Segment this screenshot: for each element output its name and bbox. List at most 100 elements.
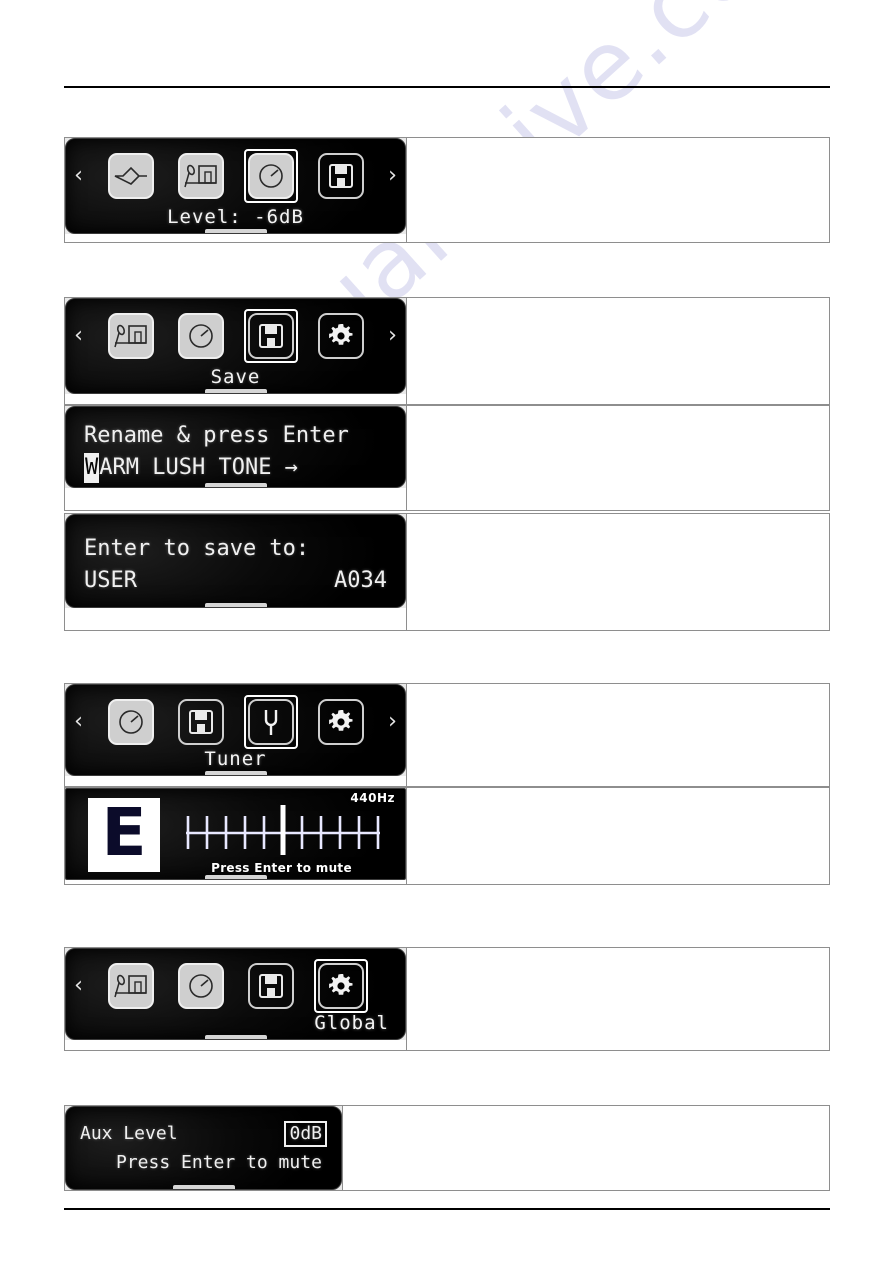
icon-menu-row: ‹ [66, 693, 405, 751]
cab-mic-icon [107, 963, 154, 1009]
amp-icon [107, 153, 154, 199]
effects-knob-icon [177, 963, 224, 1009]
menu-icon-cab-mic[interactable] [105, 960, 157, 1012]
table-row-tuner-display: E 440Hz Press Enter to mute [64, 787, 830, 885]
lcd-photo: E 440Hz Press Enter to mute [65, 788, 406, 880]
lcd-photo: Rename & press Enter W ARM LUSH TONE → [65, 406, 406, 488]
device-display-global-menu[interactable]: ‹ Global [65, 948, 406, 1040]
text-cursor: W [84, 453, 100, 483]
aux-level-row[interactable]: Aux Level 0dB [80, 1119, 327, 1149]
menu-icon-effects[interactable] [175, 310, 227, 362]
menu-icon-save[interactable] [245, 960, 297, 1012]
rename-value-line[interactable]: W ARM LUSH TONE → [84, 452, 387, 484]
description-cell [407, 406, 829, 510]
table-row-level-menu: ‹ › Level: -6dB [64, 137, 830, 243]
bank-label: USER [84, 568, 137, 593]
menu-label: Tuner [204, 748, 267, 770]
device-display-level-menu[interactable]: ‹ › Level: -6dB [65, 138, 406, 234]
table-row-save-menu: ‹ › Save [64, 297, 830, 405]
save-floppy-icon [243, 309, 298, 363]
lcd-photo: ‹ [65, 684, 406, 776]
display-photo-cell: ‹ [65, 298, 407, 404]
prev-page-arrow-icon[interactable]: ‹ [71, 325, 87, 347]
tuning-fork-icon [243, 695, 298, 749]
display-photo-cell: Enter to save to: USER A034 [65, 514, 407, 630]
menu-icon-cab-mic[interactable] [105, 310, 157, 362]
display-photo-cell: ‹ [65, 684, 407, 786]
display-photo-cell: ‹ [65, 138, 407, 242]
next-page-arrow-icon[interactable]: › [385, 165, 401, 187]
tuner-meter [186, 805, 380, 855]
menu-icon-effects[interactable] [105, 696, 157, 748]
manual-page: manualshive.com ‹ › Level: -6dB ‹ › Save… [0, 0, 893, 1263]
menu-label: Level: -6dB [167, 206, 304, 228]
cab-mic-icon [107, 313, 154, 359]
lcd-photo: Aux Level 0dB Press Enter to mute [65, 1106, 342, 1190]
icon-menu-row: ‹ [66, 147, 405, 205]
table-row-rename: Rename & press Enter W ARM LUSH TONE → [64, 405, 830, 511]
prev-page-arrow-icon[interactable]: ‹ [71, 711, 87, 733]
table-row-save-to: Enter to save to: USER A034 [64, 513, 830, 631]
tuner-mute-hint: Press Enter to mute [211, 861, 352, 875]
device-display-tuner-menu[interactable]: ‹ › Tuner [65, 684, 406, 776]
header-rule [64, 86, 830, 88]
menu-icon-effects[interactable] [243, 149, 298, 203]
save-floppy-icon [247, 963, 294, 1009]
table-row-aux-level: Aux Level 0dB Press Enter to mute [64, 1105, 830, 1191]
tuner-reference-pitch: 440Hz [350, 791, 395, 805]
save-floppy-icon [317, 153, 364, 199]
description-cell [407, 948, 829, 1050]
description-cell [407, 684, 829, 786]
global-gear-icon [317, 313, 364, 359]
menu-icon-amp[interactable] [105, 150, 157, 202]
display-photo-cell: Aux Level 0dB Press Enter to mute [65, 1106, 343, 1190]
slot-number: A034 [334, 568, 387, 593]
description-cell [407, 788, 829, 884]
menu-icon-global[interactable] [315, 696, 367, 748]
display-photo-cell: ‹ [65, 948, 407, 1050]
description-cell [407, 514, 829, 630]
lcd-photo: ‹ [65, 948, 406, 1040]
rename-prompt-line: Rename & press Enter [84, 423, 349, 448]
menu-icon-global[interactable] [315, 310, 367, 362]
device-display-save-menu[interactable]: ‹ › Save [65, 298, 406, 394]
table-row-global-menu: ‹ Global [64, 947, 830, 1051]
display-photo-cell: Rename & press Enter W ARM LUSH TONE → [65, 406, 407, 510]
icon-menu-row: ‹ [66, 307, 405, 365]
table-row-tuner-menu: ‹ › Tuner [64, 683, 830, 787]
aux-mute-hint: Press Enter to mute [116, 1152, 322, 1173]
next-page-arrow-icon[interactable]: › [385, 711, 401, 733]
menu-icon-save[interactable] [243, 309, 298, 363]
menu-label: Global [314, 1012, 389, 1034]
description-cell [407, 298, 829, 404]
menu-icon-save[interactable] [175, 696, 227, 748]
device-display-aux-level[interactable]: Aux Level 0dB Press Enter to mute [65, 1106, 342, 1190]
display-photo-cell: E 440Hz Press Enter to mute [65, 788, 407, 884]
footer-rule [64, 1208, 830, 1210]
device-display-save-to[interactable]: Enter to save to: USER A034 [65, 514, 406, 608]
menu-icon-cab-mic[interactable] [175, 150, 227, 202]
next-page-arrow-icon[interactable]: › [385, 325, 401, 347]
save-to-prompt-line: Enter to save to: [84, 536, 310, 561]
menu-icon-tuner[interactable] [243, 695, 298, 749]
menu-icon-effects[interactable] [175, 960, 227, 1012]
global-gear-icon [317, 699, 364, 745]
effects-knob-icon [243, 149, 298, 203]
global-gear-icon [313, 959, 368, 1013]
description-cell [407, 138, 829, 242]
effects-knob-icon [107, 699, 154, 745]
aux-level-value[interactable]: 0dB [284, 1121, 327, 1147]
lcd-photo: Enter to save to: USER A034 [65, 514, 406, 608]
menu-icon-save[interactable] [315, 150, 367, 202]
aux-level-label: Aux Level [80, 1123, 178, 1144]
menu-icon-global[interactable] [313, 959, 368, 1013]
device-display-rename[interactable]: Rename & press Enter W ARM LUSH TONE → [65, 406, 406, 488]
prev-page-arrow-icon[interactable]: ‹ [71, 975, 87, 997]
lcd-photo: ‹ [65, 138, 406, 234]
description-cell [343, 1106, 829, 1190]
save-floppy-icon [177, 699, 224, 745]
device-display-tuner[interactable]: E 440Hz Press Enter to mute [65, 788, 406, 880]
prev-page-arrow-icon[interactable]: ‹ [71, 165, 87, 187]
save-to-destination-line[interactable]: USER A034 [84, 565, 387, 597]
rename-value-rest: ARM LUSH TONE → [99, 455, 298, 480]
